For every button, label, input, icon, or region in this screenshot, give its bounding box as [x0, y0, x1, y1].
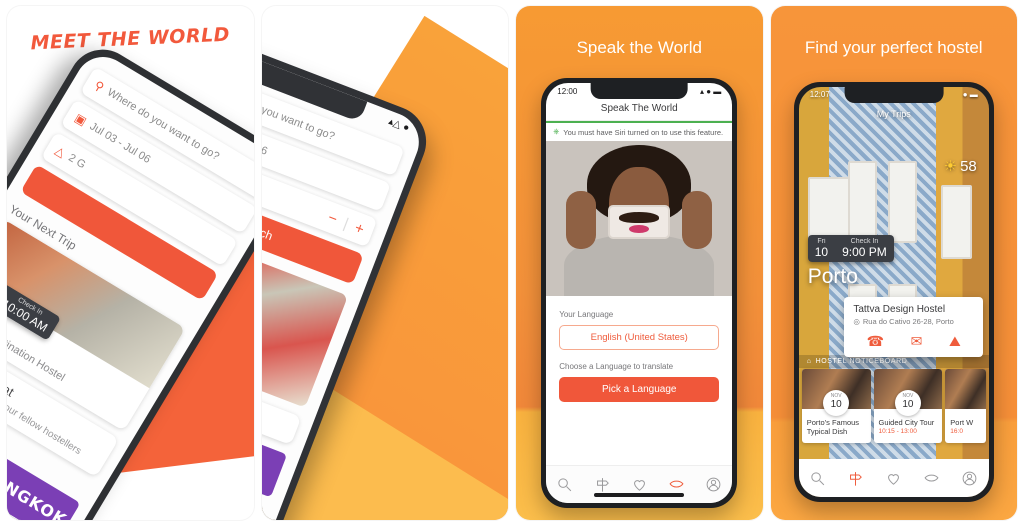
nav-title: My Trips — [876, 109, 911, 119]
panel-headline: Find your perfect hostel — [804, 38, 983, 57]
microphone-icon: ⎈ — [553, 127, 560, 136]
search-icon: ⚲ — [91, 77, 107, 95]
heart-icon[interactable] — [885, 470, 902, 487]
panel-search[interactable]: 3:33 ▴△ ● ⚲ Where do you want to go? ▣ J… — [261, 6, 508, 520]
location-pin-icon: ◎ — [853, 317, 860, 326]
left-hand-shape — [566, 191, 597, 249]
status-time: 12:00 — [557, 87, 578, 96]
your-language-value[interactable]: English (United States) — [559, 325, 720, 350]
app-store-screenshot-gallery: MEET THE WORLD ⚲ Where do you want to go… — [0, 0, 1024, 526]
status-icons: ▴△ ● — [387, 115, 412, 134]
panel-find-hostel[interactable]: Find your perfect hostel 12:07 ● ▬ My Tr… — [770, 6, 1017, 520]
event-hours: 10:15 - 13:00 — [878, 428, 917, 436]
status-time: 12:07 — [809, 90, 830, 99]
stepper-divider: | — [341, 214, 352, 232]
your-language-label: Your Language — [559, 310, 614, 319]
person-icon: △ — [52, 142, 68, 160]
trip-weekday: Fri — [817, 238, 826, 245]
event-card[interactable]: Port W 16:0 — [945, 369, 986, 443]
event-image — [945, 369, 986, 409]
signpost-icon[interactable] — [594, 476, 611, 493]
panel-headline: Speak the World — [576, 38, 702, 57]
event-hours: 16:0 — [950, 428, 963, 436]
window-shape — [941, 185, 972, 260]
trip-checkin-time: 9:00 PM — [842, 244, 887, 259]
map-icon[interactable]: ⛰ — [949, 333, 961, 350]
language-block: Your Language English (United States) Ch… — [546, 296, 732, 402]
status-icons: ▴ ● ▬ — [699, 87, 722, 96]
stepper-minus-button[interactable]: − — [326, 208, 340, 227]
lips-shape — [629, 225, 650, 233]
nav-title: Speak The World — [546, 96, 733, 121]
choose-language-label: Choose a Language to translate — [559, 362, 674, 371]
phone-screen-4[interactable]: 12:07 ● ▬ My Trips ☀ 58 Fri 10 Check In … — [798, 87, 989, 497]
signpost-icon[interactable] — [847, 470, 864, 487]
moustache-shape — [619, 212, 660, 223]
status-bar: 12:07 ● ▬ — [799, 90, 989, 99]
hostel-actions[interactable]: ☎ ✉ ⛰ — [853, 333, 974, 350]
phone-mockup-4: 12:07 ● ▬ My Trips ☀ 58 Fri 10 Check In … — [793, 82, 994, 502]
status-icons: ● ▬ — [962, 90, 978, 99]
phone-icon[interactable]: ☎ — [867, 333, 884, 350]
hostel-name: Tattva Design Hostel — [853, 304, 946, 315]
trip-date-chip: Fri 10 Check In 9:00 PM — [807, 235, 894, 262]
trip-checkin-label: Check In — [850, 238, 879, 245]
stepper-plus-button[interactable]: + — [353, 218, 367, 237]
temperature-value: 58 — [960, 157, 977, 175]
event-date-badge: NOV 10 — [894, 390, 921, 416]
guests-value: 2 G — [66, 151, 88, 172]
event-date-badge: NOV 10 — [823, 390, 850, 416]
window-shape — [848, 160, 877, 243]
trip-day: 10 — [814, 244, 829, 259]
event-card[interactable]: NOV 10 Guided City Tour 10:15 - 13:00 — [873, 369, 943, 443]
right-hand-shape — [682, 191, 713, 249]
noticeboard-label: HOSTEL NOTICEBOARD — [815, 358, 908, 365]
hostel-address-text: Rua do Cativo 26-28, Porto — [862, 317, 954, 326]
phone-mockup-3: 12:00 ▴ ● ▬ Speak The World ⎈ You must h… — [541, 78, 738, 508]
pick-a-language-button[interactable]: Pick a Language — [559, 377, 720, 402]
panel-headline: MEET THE WORLD — [30, 23, 231, 55]
weather-widget: ☀ 58 — [943, 157, 977, 176]
profile-icon[interactable] — [961, 470, 978, 487]
home-indicator — [594, 493, 685, 497]
profile-icon[interactable] — [705, 476, 722, 493]
city-name: Porto — [807, 265, 858, 288]
sun-icon: ☀ — [943, 158, 958, 175]
panel-meet-the-world[interactable]: MEET THE WORLD ⚲ Where do you want to go… — [7, 6, 254, 520]
search-icon[interactable] — [556, 476, 573, 493]
phone-screen-3[interactable]: 12:00 ▴ ● ▬ Speak The World ⎈ You must h… — [546, 83, 733, 503]
event-title: Port W — [950, 418, 974, 427]
event-day: 10 — [902, 399, 914, 410]
tab-bar[interactable] — [546, 465, 733, 503]
panel-speak-the-world[interactable]: Speak the World 12:00 ▴ ● ▬ Speak The Wo… — [516, 6, 763, 520]
search-icon[interactable] — [809, 470, 826, 487]
event-day: 10 — [830, 399, 842, 410]
siri-notice-text: You must have Siri turned on to use this… — [563, 127, 724, 137]
tab-bar[interactable] — [798, 459, 989, 497]
home-icon: ⌂ — [806, 358, 812, 365]
hostel-address: ◎ Rua do Cativo 26-28, Porto — [853, 317, 974, 326]
hostel-info-card[interactable]: Tattva Design Hostel ◎ Rua do Cativo 26-… — [844, 297, 984, 357]
phone-notch — [590, 83, 688, 99]
window-shape — [888, 160, 917, 243]
lips-icon[interactable] — [668, 476, 685, 493]
mini-phone-filter — [608, 205, 671, 239]
calendar-icon: ▣ — [72, 110, 89, 129]
heart-icon[interactable] — [631, 476, 648, 493]
lips-icon[interactable] — [923, 470, 940, 487]
event-card[interactable]: NOV 10 Porto's Famous Typical Dish — [801, 369, 871, 443]
event-card-row[interactable]: NOV 10 Porto's Famous Typical Dish NOV 1… — [799, 369, 989, 443]
siri-notice: ⎈ You must have Siri turned on to use th… — [546, 121, 733, 141]
email-icon[interactable]: ✉ — [911, 333, 923, 350]
hero-photo-woman-with-phone — [546, 141, 733, 296]
event-hours — [802, 438, 871, 443]
